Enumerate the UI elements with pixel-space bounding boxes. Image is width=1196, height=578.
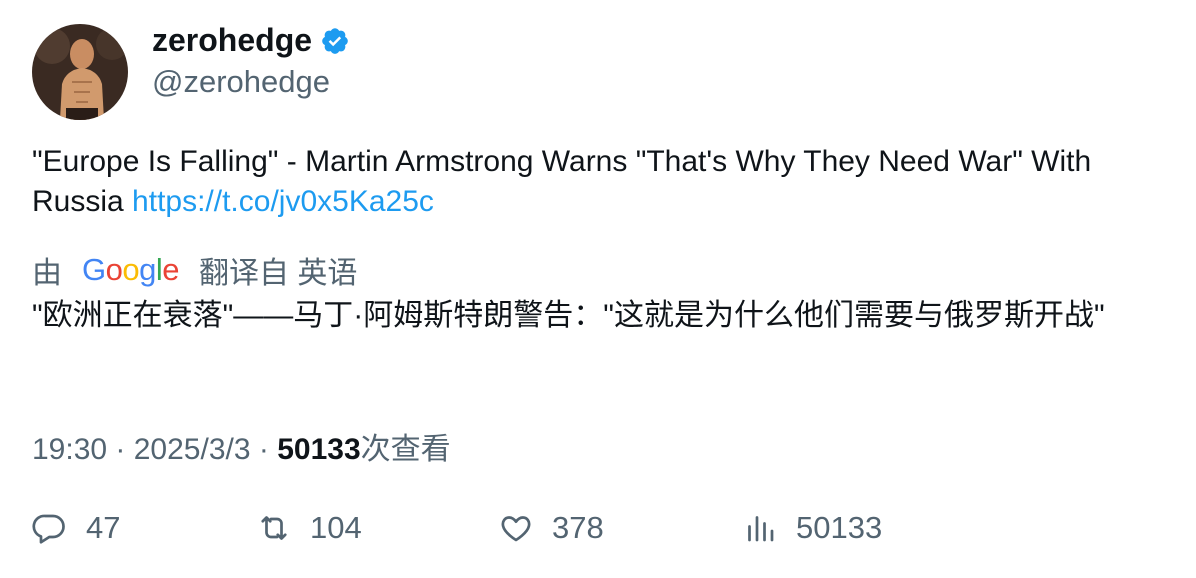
retweet-button[interactable]: 104 xyxy=(256,510,362,546)
translation-attribution: 由 Google 翻译自 英语 xyxy=(32,248,357,292)
verified-badge-icon xyxy=(322,27,348,54)
tweet-text: "Europe Is Falling" - Martin Armstrong W… xyxy=(32,142,1172,222)
user-display-name-row[interactable]: zerohedge xyxy=(152,22,350,59)
tweet-date[interactable]: 2025/3/3 xyxy=(134,433,251,466)
views-label: 次查看 xyxy=(360,433,451,466)
meta-separator: · xyxy=(115,433,134,466)
translated-by-label: 由 xyxy=(32,257,62,290)
translated-from-label: 翻译自 英语 xyxy=(199,257,358,290)
like-count: 378 xyxy=(552,510,604,545)
display-name[interactable]: zerohedge xyxy=(152,22,312,59)
translated-text: "欧洲正在衰落"——马丁·阿姆斯特朗警告："这就是为什么他们需要与俄罗斯开战" xyxy=(32,299,1105,332)
reply-count: 47 xyxy=(86,510,121,545)
views-action-count: 50133 xyxy=(796,510,883,545)
reply-icon xyxy=(32,514,65,544)
user-handle[interactable]: @zerohedge xyxy=(152,64,330,100)
tweet-meta: 19:30 · 2025/3/3 · 50133次查看 xyxy=(32,424,451,468)
reply-button[interactable]: 47 xyxy=(32,510,120,546)
avatar-image xyxy=(32,24,128,120)
retweet-count: 104 xyxy=(310,510,362,545)
google-logo[interactable]: Google xyxy=(82,252,180,288)
bar-chart-icon xyxy=(748,516,774,542)
meta-separator: · xyxy=(258,433,278,466)
views-count: 50133 xyxy=(277,433,361,466)
retweet-icon xyxy=(261,516,287,540)
tweet-time[interactable]: 19:30 xyxy=(32,433,107,466)
like-button[interactable]: 378 xyxy=(498,510,604,546)
heart-icon xyxy=(501,516,531,542)
tweet-link[interactable]: https://t.co/jv0x5Ka25c xyxy=(132,185,434,218)
views-button[interactable]: 50133 xyxy=(742,510,882,546)
avatar[interactable] xyxy=(32,24,128,120)
